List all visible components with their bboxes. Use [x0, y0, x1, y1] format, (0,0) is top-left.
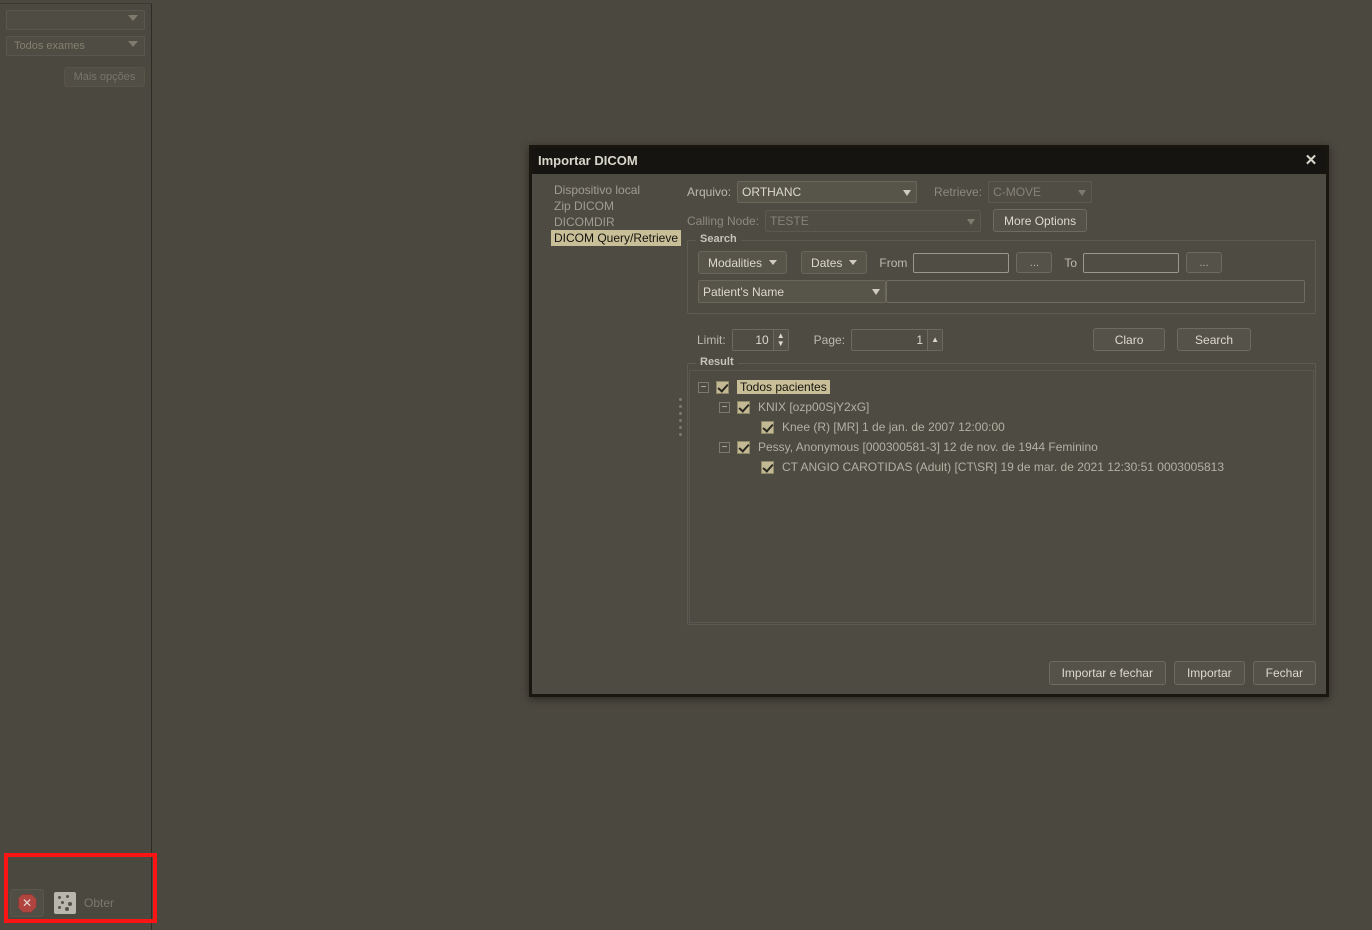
search-groupbox-title: Search: [696, 233, 741, 245]
page-stepper[interactable]: ▲: [851, 328, 944, 351]
chevron-down-icon: [872, 289, 880, 295]
chevron-down-icon: [128, 15, 138, 21]
clear-button[interactable]: Claro: [1093, 328, 1166, 351]
to-date-browse-button[interactable]: ...: [1186, 252, 1223, 273]
limit-stepper-arrows[interactable]: ▲ ▼: [772, 329, 788, 350]
from-date-browse-button[interactable]: ...: [1016, 252, 1053, 273]
chevron-down-icon: [903, 190, 912, 196]
collapse-icon[interactable]: −: [698, 381, 709, 393]
chevron-down-icon: [967, 218, 976, 225]
to-date-input[interactable]: [1083, 252, 1180, 273]
dates-dropdown-label: Dates: [811, 255, 843, 270]
modalities-dropdown-button[interactable]: Modalities: [698, 251, 788, 274]
sidebar-top-edge: [0, 0, 152, 4]
limit-label: Limit:: [697, 332, 726, 347]
to-label: To: [1064, 255, 1078, 270]
cancel-octagon-icon: ✕: [17, 893, 37, 913]
dialog-content-pane: Arquivo: ORTHANC Retrieve: C-MOVE Callin…: [682, 174, 1326, 694]
arquivo-select[interactable]: ORTHANC: [737, 181, 918, 203]
collapse-icon[interactable]: −: [719, 441, 730, 453]
result-tree[interactable]: − Todos pacientes − KNIX [ozp00SjY2xG] K…: [689, 370, 1314, 623]
splitter-dots-icon[interactable]: [676, 398, 684, 436]
tree-row[interactable]: − Todos pacientes: [690, 377, 1313, 397]
retrieve-label: Retrieve:: [934, 185, 983, 199]
page-input[interactable]: [852, 329, 928, 350]
arquivo-select-value: ORTHANC: [742, 185, 802, 199]
chevron-down-icon: [1078, 190, 1087, 196]
dialog-titlebar: Importar DICOM ✕: [532, 148, 1326, 174]
retrieve-select[interactable]: C-MOVE: [988, 181, 1093, 203]
modalities-dropdown-label: Modalities: [708, 255, 763, 270]
tree-row[interactable]: CT ANGIO CAROTIDAS (Adult) [CT\SR] 19 de…: [690, 457, 1313, 477]
dialog-footer: Importar e fechar Importar Fechar: [1048, 661, 1316, 685]
checkbox-checked-icon[interactable]: [716, 380, 729, 394]
tree-item-label: Todos pacientes: [737, 380, 830, 394]
chevron-down-icon: [128, 41, 138, 47]
calling-node-label: Calling Node:: [687, 213, 760, 228]
more-options-button[interactable]: More Options: [993, 209, 1088, 232]
calling-node-select[interactable]: TESTE: [765, 209, 982, 232]
import-and-close-button[interactable]: Importar e fechar: [1048, 661, 1166, 685]
dialog-body: Dispositivo local Zip DICOM DICOMDIR DIC…: [532, 174, 1326, 694]
arquivo-label: Arquivo:: [687, 185, 732, 199]
result-groupbox-title: Result: [696, 356, 738, 368]
tree-row[interactable]: − KNIX [ozp00SjY2xG]: [690, 397, 1313, 417]
source-item-dicom-query-retrieve[interactable]: DICOM Query/Retrieve: [551, 230, 682, 246]
calling-node-select-value: TESTE: [770, 213, 809, 228]
page-label: Page:: [813, 332, 846, 347]
page-stepper-arrows[interactable]: ▲: [927, 329, 943, 350]
search-criteria-select[interactable]: Patient's Name: [698, 280, 886, 303]
dice-icon: [54, 892, 76, 914]
dialog-title: Importar DICOM: [538, 153, 638, 168]
limit-input[interactable]: [732, 329, 773, 350]
chevron-down-icon: [769, 260, 778, 265]
source-item-dicomdir[interactable]: DICOMDIR: [551, 214, 618, 230]
from-date-input[interactable]: [913, 252, 1010, 273]
checkbox-checked-icon[interactable]: [737, 440, 750, 454]
obter-button-label: Obter: [84, 896, 115, 910]
checkbox-checked-icon[interactable]: [737, 400, 750, 414]
search-button[interactable]: Search: [1177, 328, 1252, 351]
chevron-down-icon: ▼: [776, 338, 785, 348]
dates-dropdown-button[interactable]: Dates: [801, 251, 868, 274]
calling-node-row: Calling Node: TESTE More Options: [687, 209, 1316, 232]
obter-toolbar: ✕ Obter: [10, 884, 150, 922]
obter-button[interactable]: Obter: [54, 889, 114, 917]
source-item-dispositivo-local[interactable]: Dispositivo local: [551, 182, 643, 198]
tree-item-label: CT ANGIO CAROTIDAS (Adult) [CT\SR] 19 de…: [782, 460, 1225, 474]
tree-item-label: Pessy, Anonymous [000300581-3] 12 de nov…: [758, 440, 1098, 454]
result-groupbox: Result − Todos pacientes − KNIX [ozp00Sj…: [687, 356, 1316, 625]
search-criteria-input[interactable]: [886, 280, 1305, 303]
limit-stepper[interactable]: ▲ ▼: [731, 328, 789, 351]
source-item-zip-dicom[interactable]: Zip DICOM: [551, 198, 617, 214]
sidebar-more-options-button[interactable]: Mais opções: [64, 67, 145, 87]
chevron-down-icon: [849, 260, 858, 265]
tree-row[interactable]: Knee (R) [MR] 1 de jan. de 2007 12:00:00: [690, 417, 1313, 437]
search-filters-row: Modalities Dates From ... To ...: [698, 251, 1305, 274]
tree-item-label: Knee (R) [MR] 1 de jan. de 2007 12:00:00: [782, 420, 1005, 434]
checkbox-checked-icon[interactable]: [761, 460, 774, 474]
search-criteria-select-value: Patient's Name: [703, 284, 784, 299]
search-groupbox: Search Modalities Dates From ... To ... …: [687, 233, 1316, 314]
chevron-up-icon: ▲: [931, 334, 939, 344]
archive-row: Arquivo: ORTHANC Retrieve: C-MOVE: [687, 181, 1316, 203]
tree-item-label: KNIX [ozp00SjY2xG]: [758, 400, 870, 414]
sidebar-exams-combo-value: Todos exames: [14, 40, 85, 52]
close-icon[interactable]: ✕: [1298, 148, 1324, 174]
from-label: From: [879, 255, 908, 270]
sidebar-exams-combo[interactable]: Todos exames: [6, 36, 145, 56]
collapse-icon[interactable]: −: [719, 401, 730, 413]
search-criteria-row: Patient's Name: [698, 280, 1305, 303]
close-button[interactable]: Fechar: [1252, 661, 1316, 685]
tree-row[interactable]: − Pessy, Anonymous [000300581-3] 12 de n…: [690, 437, 1313, 457]
checkbox-checked-icon[interactable]: [761, 420, 774, 434]
left-sidebar-panel: Todos exames Mais opções: [0, 0, 152, 930]
import-dicom-dialog: Importar DICOM ✕ Dispositivo local Zip D…: [529, 145, 1329, 697]
cancel-button[interactable]: ✕: [10, 889, 44, 917]
retrieve-select-value: C-MOVE: [993, 185, 1042, 199]
pagination-row: Limit: ▲ ▼ Page: ▲ Claro Search: [687, 328, 1316, 351]
sidebar-filter-combo[interactable]: [6, 10, 145, 30]
import-button[interactable]: Importar: [1173, 661, 1245, 685]
import-source-list: Dispositivo local Zip DICOM DICOMDIR DIC…: [532, 174, 682, 694]
